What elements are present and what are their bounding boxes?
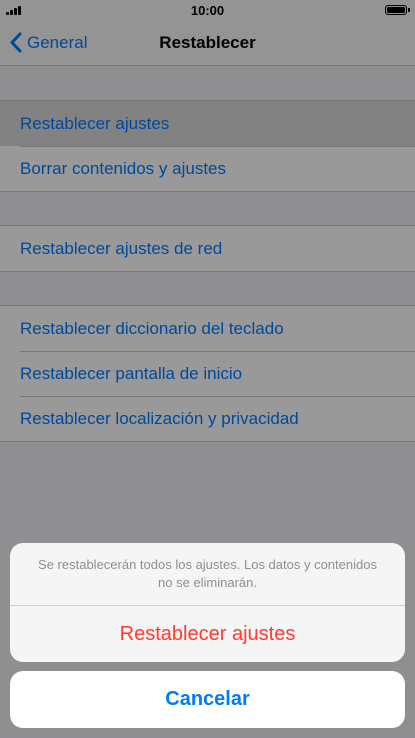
action-sheet: Se restablecerán todos los ajustes. Los … bbox=[10, 543, 405, 662]
action-sheet-message: Se restablecerán todos los ajustes. Los … bbox=[38, 557, 377, 590]
cancel-button[interactable]: Cancelar bbox=[10, 671, 405, 728]
confirm-reset-button[interactable]: Restablecer ajustes bbox=[10, 606, 405, 662]
